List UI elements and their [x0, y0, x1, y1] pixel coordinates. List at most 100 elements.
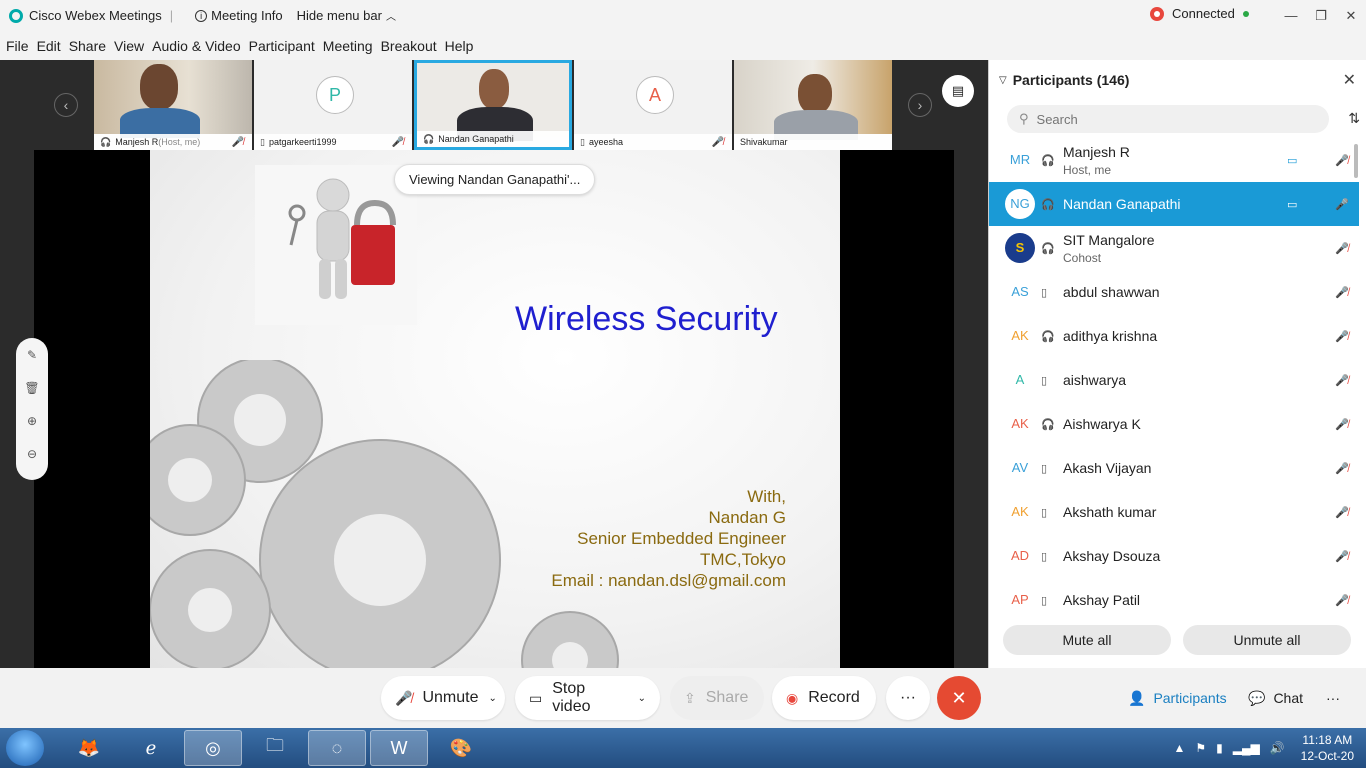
muted-mic-icon[interactable]: 🎤̸: [1335, 242, 1349, 255]
participant-row[interactable]: S 🎧 SIT Mangalore Cohost 🎤̸: [989, 226, 1359, 270]
network-icon[interactable]: ▂▄▆: [1233, 741, 1260, 755]
end-meeting-button[interactable]: ✕: [937, 676, 981, 720]
muted-mic-icon[interactable]: 🎤̸: [1335, 418, 1349, 431]
participant-row[interactable]: A ▯ aishwarya 🎤̸: [989, 358, 1359, 402]
credit-line: Senior Embedded Engineer: [577, 529, 786, 548]
participant-row[interactable]: AS ▯ abdul shawwan 🎤̸: [989, 270, 1359, 314]
video-thumbnail[interactable]: Shivakumar: [734, 60, 892, 150]
video-icon[interactable]: ▭: [1287, 154, 1297, 167]
volume-icon[interactable]: 🔊: [1270, 741, 1285, 755]
participant-row[interactable]: AK ▯ Akshath kumar 🎤̸: [989, 490, 1359, 534]
avatar: AK: [1005, 409, 1035, 439]
menu-file[interactable]: File: [6, 38, 29, 54]
strip-prev-button[interactable]: ‹: [54, 93, 78, 117]
participant-row[interactable]: AD ▯ Akshay Dsouza 🎤̸: [989, 534, 1359, 578]
minimize-icon[interactable]: —: [1276, 0, 1306, 31]
meeting-info-button[interactable]: i Meeting Info: [195, 8, 283, 23]
layout-icon[interactable]: ▤: [942, 75, 974, 107]
zoom-in-icon[interactable]: ⊕: [27, 414, 37, 447]
participants-header[interactable]: ▽ Participants (146): [999, 72, 1129, 88]
participant-name: Akshay Dsouza: [1063, 548, 1161, 564]
strip-next-button[interactable]: ›: [908, 93, 932, 117]
unmute-all-button[interactable]: Unmute all: [1183, 625, 1351, 655]
record-button[interactable]: ◉ Record: [772, 676, 876, 720]
more-options-button[interactable]: ···: [886, 676, 930, 720]
tray-expand-icon[interactable]: ▲: [1173, 741, 1185, 755]
avatar: A: [636, 76, 674, 114]
close-window-icon[interactable]: ✕: [1336, 0, 1366, 31]
hide-menu-bar-button[interactable]: Hide menu bar ︿: [297, 8, 396, 23]
menu-breakout[interactable]: Breakout: [381, 38, 437, 54]
chat-label: Chat: [1273, 690, 1304, 706]
battery-icon[interactable]: ▮: [1216, 741, 1223, 755]
muted-mic-icon[interactable]: 🎤̸: [1335, 594, 1349, 607]
chevron-down-icon[interactable]: ⌄: [488, 693, 496, 704]
video-thumbnail[interactable]: 🎧 Manjesh R (Host, me) 🎤̸: [94, 60, 252, 150]
chevron-down-icon[interactable]: ⌄: [638, 693, 646, 704]
menu-help[interactable]: Help: [445, 38, 474, 54]
muted-mic-icon[interactable]: 🎤̸: [1335, 550, 1349, 563]
participant-face: [798, 74, 832, 114]
participant-name: adithya krishna: [1063, 328, 1158, 344]
participant-name: Akshay Patil: [1063, 592, 1141, 608]
action-center-icon[interactable]: ⚑: [1195, 741, 1206, 755]
participant-row[interactable]: AV ▯ Akash Vijayan 🎤̸: [989, 446, 1359, 490]
paint-icon[interactable]: 🎨: [432, 730, 490, 766]
meeting-info-label: Meeting Info: [211, 8, 283, 23]
participant-row[interactable]: MR 🎧 Manjesh R Host, me ▭ 🎤̸: [989, 138, 1359, 182]
chrome-icon[interactable]: ◎: [184, 730, 242, 766]
menu-meeting[interactable]: Meeting: [323, 38, 373, 54]
participant-scrollbar[interactable]: [1354, 144, 1358, 178]
close-panel-icon[interactable]: ✕: [1343, 70, 1356, 90]
participant-name: abdul shawwan: [1063, 284, 1160, 300]
participant-row[interactable]: AP ▯ Akshay Patil 🎤̸: [989, 578, 1359, 614]
menu-audio-video[interactable]: Audio & Video: [152, 38, 240, 54]
video-icon[interactable]: ▭: [1287, 198, 1297, 211]
unmute-button[interactable]: 🎤̸ Unmute ⌄: [381, 676, 505, 720]
word-icon[interactable]: W: [370, 730, 428, 766]
video-thumbnail[interactable]: P ▯ patgarkeerti1999 🎤̸: [254, 60, 412, 150]
participant-name: Akshath kumar: [1063, 504, 1157, 520]
unmute-label: Unmute: [422, 689, 479, 706]
muted-mic-icon[interactable]: 🎤̸: [1335, 462, 1349, 475]
restore-icon[interactable]: ❐: [1306, 0, 1336, 31]
clock[interactable]: 11:18 AM 12-Oct-20: [1301, 732, 1354, 764]
participants-toggle-button[interactable]: 👤 Participants: [1128, 676, 1227, 720]
participant-row[interactable]: AK 🎧 adithya krishna 🎤̸: [989, 314, 1359, 358]
mic-icon[interactable]: 🎤: [1335, 198, 1349, 211]
eraser-icon[interactable]: 🗑: [24, 381, 39, 414]
participant-row-selected[interactable]: NG 🎧 Nandan Ganapathi ▭ 🎤: [989, 182, 1359, 226]
participants-title: Participants (146): [1012, 72, 1130, 88]
video-thumbnail[interactable]: A ▯ ayeesha 🎤̸: [574, 60, 732, 150]
file-explorer-icon[interactable]: 🗀: [246, 730, 304, 766]
menu-share[interactable]: Share: [69, 38, 106, 54]
annotate-pen-icon[interactable]: ✎: [27, 348, 37, 381]
muted-mic-icon[interactable]: 🎤̸: [1335, 506, 1349, 519]
search-input[interactable]: [1036, 111, 1297, 127]
menu-view[interactable]: View: [114, 38, 144, 54]
muted-mic-icon[interactable]: 🎤̸: [1335, 154, 1349, 167]
video-thumbnail-active[interactable]: 🎧 Nandan Ganapathi: [414, 60, 572, 150]
participant-row[interactable]: AK 🎧 Aishwarya K 🎤̸: [989, 402, 1359, 446]
stop-video-button[interactable]: ▭ Stop video ⌄: [515, 676, 660, 720]
sort-icon[interactable]: ⇅: [1348, 110, 1360, 127]
firefox-icon[interactable]: 🦊: [60, 730, 118, 766]
muted-mic-icon[interactable]: 🎤̸: [1335, 330, 1349, 343]
menu-participant[interactable]: Participant: [249, 38, 315, 54]
muted-mic-icon: 🎤̸: [395, 689, 413, 706]
muted-mic-icon[interactable]: 🎤̸: [1335, 374, 1349, 387]
zoom-out-icon[interactable]: ⊖: [27, 447, 37, 480]
connection-status: Connected: [1150, 6, 1249, 21]
mute-all-button[interactable]: Mute all: [1003, 625, 1171, 655]
panel-more-button[interactable]: ···: [1326, 676, 1340, 720]
participant-name: SIT Mangalore: [1063, 232, 1155, 248]
webex-taskbar-icon[interactable]: ◌: [308, 730, 366, 766]
share-button[interactable]: ⇪ Share: [670, 676, 764, 720]
menu-edit[interactable]: Edit: [37, 38, 61, 54]
headset-icon: 🎧: [1041, 418, 1055, 431]
participant-name: Aishwarya K: [1063, 416, 1141, 432]
start-button-icon[interactable]: [6, 730, 44, 766]
muted-mic-icon[interactable]: 🎤̸: [1335, 286, 1349, 299]
internet-explorer-icon[interactable]: ℯ: [122, 730, 180, 766]
chat-button[interactable]: 💬 Chat: [1248, 676, 1303, 720]
